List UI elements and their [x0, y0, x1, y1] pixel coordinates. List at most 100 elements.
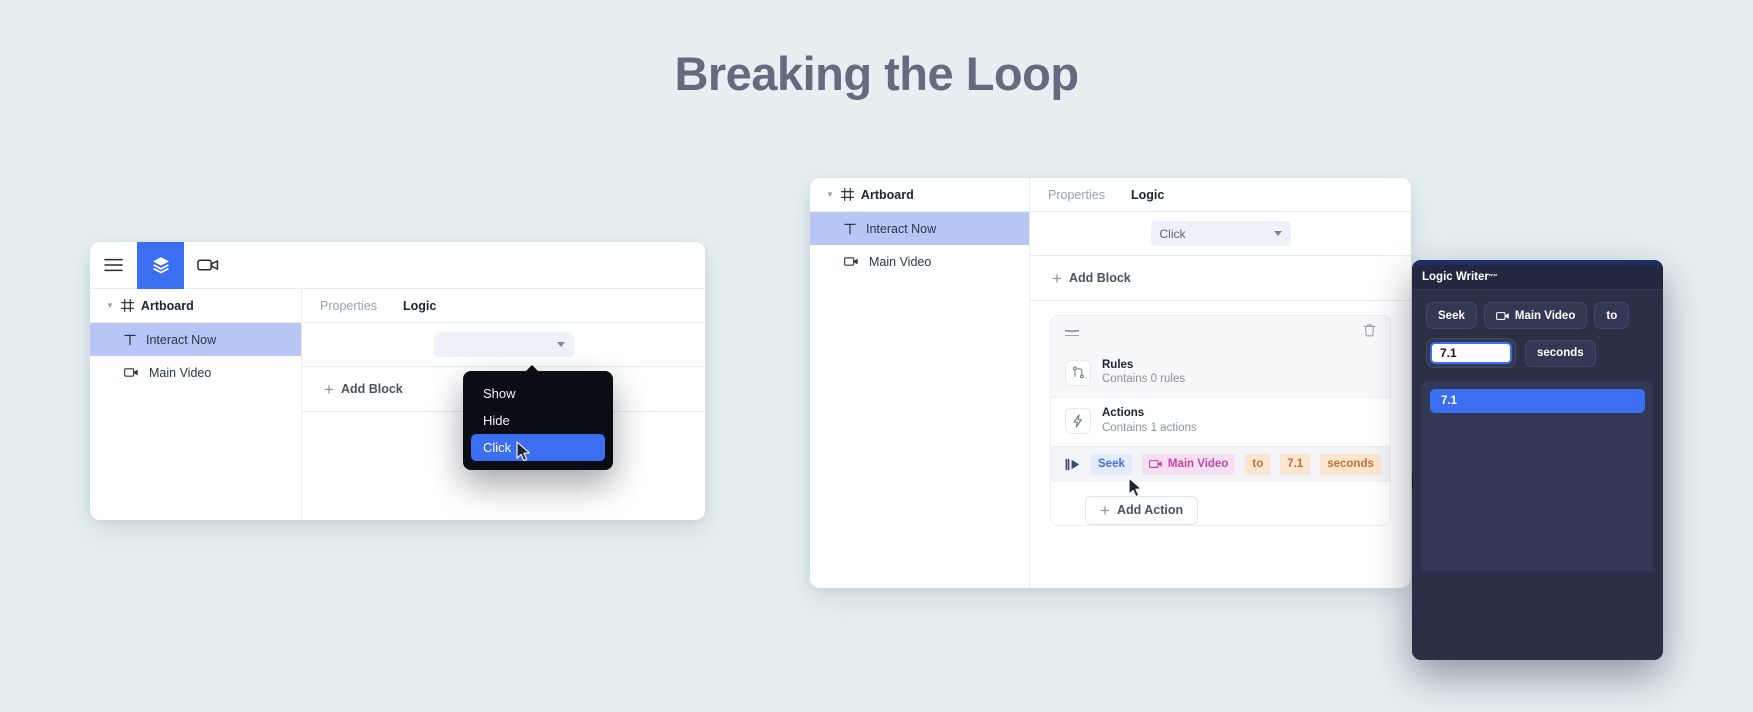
- action-target[interactable]: Main Video: [1141, 453, 1236, 475]
- plus-icon: +: [1100, 500, 1110, 520]
- text-icon: [844, 223, 856, 235]
- video-camera-icon[interactable]: [184, 242, 231, 289]
- trash-icon[interactable]: [1363, 323, 1376, 343]
- layer-item-interact-now[interactable]: Interact Now: [90, 323, 301, 356]
- tabs-right: Properties Logic: [1030, 178, 1411, 212]
- layer-item-main-video[interactable]: Main Video: [90, 356, 301, 389]
- add-block-button[interactable]: + Add Block: [1030, 256, 1411, 301]
- value-input[interactable]: 7.1: [1430, 342, 1512, 364]
- logic-writer-value-row: 7.1 seconds: [1426, 338, 1649, 368]
- video-icon: [1495, 311, 1510, 321]
- action-verb[interactable]: Seek: [1091, 453, 1132, 475]
- layers-list-left: ▼ Artboard Interact Now Main Video: [90, 289, 302, 520]
- trigger-select-value: Click: [1159, 226, 1186, 241]
- drag-handle-icon[interactable]: [1065, 329, 1079, 337]
- callout-pointer-icon: [1412, 473, 1413, 489]
- chevron-down-icon[interactable]: ▼: [106, 301, 114, 310]
- layers-list-right: ▼ Artboard Interact Now Main Video: [810, 178, 1030, 588]
- actions-title: Actions: [1102, 407, 1145, 420]
- tab-properties[interactable]: Properties: [1048, 188, 1105, 202]
- suggestion-item[interactable]: 7.1: [1430, 389, 1645, 413]
- menu-item-show[interactable]: Show: [471, 380, 605, 407]
- layer-root-label: Artboard: [140, 298, 194, 313]
- logic-writer-body: Seek Main Video to 7.1 seconds: [1412, 290, 1663, 368]
- chevron-down-icon: [1273, 231, 1282, 236]
- text-icon: [124, 334, 136, 346]
- action-row-seek[interactable]: Seek Main Video to 7.1 seconds: [1051, 445, 1390, 482]
- properties-pane-right: Properties Logic Click + Add Block Rules…: [1030, 178, 1411, 588]
- layer-item-interact-now[interactable]: Interact Now: [810, 212, 1029, 245]
- add-block-label: Add Block: [340, 382, 403, 396]
- value-input-wrapper: 7.1: [1426, 338, 1516, 368]
- logic-writer-chip-row: Seek Main Video to: [1426, 302, 1649, 329]
- tab-logic[interactable]: Logic: [403, 299, 436, 313]
- add-action-wrapper: + Add Action: [1051, 481, 1390, 525]
- action-target-label: Main Video: [1167, 458, 1229, 471]
- tab-logic[interactable]: Logic: [1131, 188, 1164, 202]
- actions-section[interactable]: Actions Contains 1 actions: [1051, 397, 1390, 446]
- layer-item-main-video[interactable]: Main Video: [810, 245, 1029, 278]
- layer-root-artboard[interactable]: ▼ Artboard: [810, 178, 1029, 212]
- layer-item-label: Main Video: [869, 254, 932, 269]
- menu-item-hide[interactable]: Hide: [471, 407, 605, 434]
- trigger-select[interactable]: [433, 332, 574, 357]
- logic-writer-title: Logic Writer: [1422, 271, 1489, 283]
- logic-block-header: [1051, 316, 1390, 350]
- actions-subtitle: Contains 1 actions: [1102, 421, 1197, 434]
- logic-block-card: Rules Contains 0 rules Actions Contains …: [1050, 315, 1391, 526]
- action-unit[interactable]: seconds: [1320, 453, 1381, 475]
- add-action-button[interactable]: + Add Action: [1085, 495, 1199, 525]
- menu-arrow-icon: [525, 365, 539, 372]
- add-block-label: Add Block: [1068, 271, 1131, 285]
- artboard-icon: [840, 188, 854, 201]
- chip-main-video[interactable]: Main Video: [1483, 302, 1588, 329]
- trigger-dropdown-menu: Show Hide Click: [463, 365, 613, 470]
- plus-icon: +: [324, 379, 334, 399]
- trigger-select[interactable]: Click: [1150, 221, 1291, 246]
- plus-icon: +: [1052, 268, 1062, 288]
- page-title: Breaking the Loop: [674, 47, 1079, 100]
- layer-item-label: Interact Now: [866, 221, 937, 236]
- layer-item-label: Main Video: [149, 365, 212, 380]
- chip-to[interactable]: to: [1594, 302, 1630, 329]
- trademark-mark: ″″: [1488, 272, 1498, 282]
- chevron-down-icon: [556, 342, 565, 347]
- seek-icon: [1065, 458, 1081, 471]
- menu-item-click[interactable]: Click: [471, 434, 605, 461]
- panel-right-body: ▼ Artboard Interact Now Main Video Prope…: [810, 178, 1411, 588]
- tabs-left: Properties Logic: [302, 289, 705, 323]
- video-icon: [124, 367, 139, 378]
- rules-title: Rules: [1102, 359, 1134, 371]
- video-icon: [844, 256, 859, 267]
- chip-main-video-label: Main Video: [1514, 309, 1576, 322]
- add-action-label: Add Action: [1116, 503, 1184, 518]
- trigger-row-right: Click: [1030, 212, 1411, 256]
- rules-branch-icon: [1065, 359, 1091, 386]
- logic-writer-header: Logic Writer ″″: [1412, 265, 1663, 290]
- action-value[interactable]: 7.1: [1280, 453, 1311, 475]
- rules-subtitle: Contains 0 rules: [1102, 373, 1186, 386]
- layers-icon[interactable]: [137, 242, 184, 289]
- chip-seconds-label: seconds: [1537, 347, 1584, 359]
- suggestion-list: 7.1: [1422, 381, 1653, 571]
- trigger-row-left: [302, 323, 705, 367]
- logic-writer-panel: Logic Writer ″″ Seek Main Video to 7.1 s…: [1412, 260, 1663, 660]
- editor-panel-right: ▼ Artboard Interact Now Main Video Prope…: [810, 178, 1411, 588]
- chip-seek-label: Seek: [1438, 309, 1465, 322]
- artboard-icon: [120, 299, 134, 312]
- screen: Breaking the Loop ▼ Artboard Interact No…: [0, 0, 1753, 712]
- tab-properties[interactable]: Properties: [320, 299, 377, 313]
- layer-item-label: Interact Now: [146, 332, 217, 347]
- chip-seconds[interactable]: seconds: [1525, 339, 1596, 367]
- lightning-icon: [1065, 407, 1091, 434]
- layer-root-artboard[interactable]: ▼ Artboard: [90, 289, 301, 323]
- chip-seek[interactable]: Seek: [1426, 302, 1477, 329]
- layer-root-label: Artboard: [860, 187, 914, 202]
- action-preposition: to: [1245, 453, 1271, 475]
- chip-to-label: to: [1606, 309, 1618, 322]
- hamburger-icon[interactable]: [90, 242, 137, 289]
- chevron-down-icon[interactable]: ▼: [826, 190, 834, 199]
- video-icon: [1148, 459, 1163, 469]
- rules-section[interactable]: Rules Contains 0 rules: [1051, 350, 1390, 397]
- toolbar-left: [90, 242, 705, 289]
